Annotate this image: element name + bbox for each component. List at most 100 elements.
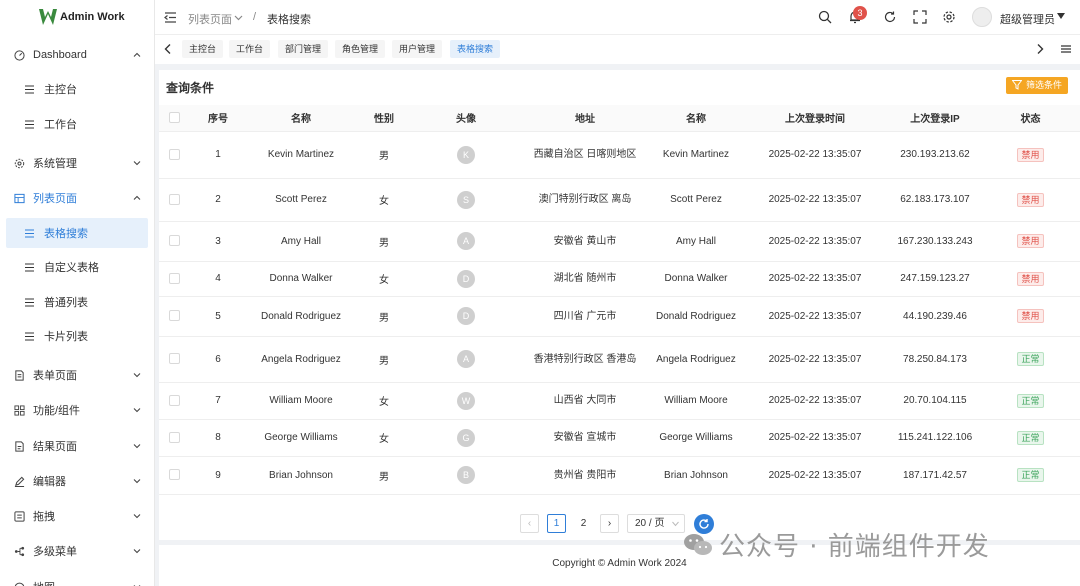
row-checkbox[interactable] bbox=[168, 469, 180, 481]
cell-status: 禁用 bbox=[981, 296, 1080, 337]
cell-address: 四川省 广元市 bbox=[519, 296, 651, 337]
row-select-cell[interactable] bbox=[159, 456, 189, 495]
tab-dashboard[interactable]: 主控台 bbox=[182, 40, 224, 58]
card-title: 查询条件 bbox=[166, 81, 215, 95]
sidebar-item-label: 列表页面 bbox=[33, 193, 77, 205]
cell-status: 禁用 bbox=[981, 261, 1080, 297]
row-checkbox[interactable] bbox=[168, 353, 180, 365]
page-button-2[interactable]: 2 bbox=[574, 514, 593, 533]
sidebar-item-1[interactable]: 主控台 bbox=[6, 74, 148, 104]
sidebar-item-14[interactable]: 多级菜单 bbox=[0, 536, 154, 566]
sidebar-item-7[interactable]: 普通列表 bbox=[6, 287, 148, 317]
row-select-cell[interactable] bbox=[159, 178, 189, 222]
table-row[interactable]: 2 Scott Perez 女 S 澳门特别行政区 离岛 Scott Perez 2025-… bbox=[159, 178, 1080, 222]
tab-users[interactable]: 用户管理 bbox=[392, 40, 443, 58]
username[interactable]: 超级管理员 bbox=[1000, 11, 1055, 27]
tab-table-search[interactable]: 表格搜索 bbox=[450, 40, 501, 58]
cell-login-ip: 78.250.84.173 bbox=[889, 336, 981, 383]
row-select-cell[interactable] bbox=[159, 382, 189, 420]
sidebar-item-10[interactable]: 功能/组件 bbox=[0, 395, 154, 425]
refresh-icon[interactable] bbox=[883, 10, 897, 24]
cell-name: George Williams bbox=[247, 419, 355, 457]
row-select-cell[interactable] bbox=[159, 336, 189, 383]
tab-department[interactable]: 部门管理 bbox=[278, 40, 329, 58]
filter-button[interactable]: 筛选条件 bbox=[1005, 77, 1068, 94]
select-all-cell[interactable] bbox=[159, 105, 189, 132]
table-row[interactable]: 4 Donna Walker 女 D 湖北省 随州市 Donna Walker 2025-0… bbox=[159, 261, 1080, 297]
cell-id: 7 bbox=[189, 382, 247, 420]
tab-workbench[interactable]: 工作台 bbox=[229, 40, 271, 58]
user-avatar[interactable] bbox=[972, 7, 992, 27]
map-icon bbox=[13, 581, 25, 586]
settings-gear-icon[interactable] bbox=[942, 10, 956, 24]
table-row[interactable]: 1 Kevin Martinez 男 K 西藏自治区 日喀则地区 Kevin Martin… bbox=[159, 131, 1080, 179]
row-select-cell[interactable] bbox=[159, 131, 189, 179]
row-select-cell[interactable] bbox=[159, 296, 189, 337]
cell-name-2: Scott Perez bbox=[651, 178, 741, 222]
filter-button-label: 筛选条件 bbox=[1025, 80, 1062, 90]
fold-menu-icon[interactable] bbox=[164, 11, 177, 24]
status-badge: 正常 bbox=[1017, 393, 1044, 408]
row-checkbox[interactable] bbox=[168, 148, 180, 160]
chevron-right-icon[interactable] bbox=[1034, 43, 1046, 55]
row-checkbox[interactable] bbox=[168, 431, 180, 443]
sidebar-item-6[interactable]: 自定义表格 bbox=[6, 252, 148, 282]
list-icon bbox=[25, 297, 34, 307]
row-select-cell[interactable] bbox=[159, 261, 189, 297]
row-select-cell[interactable] bbox=[159, 419, 189, 457]
wechat-logo-icon bbox=[684, 533, 712, 555]
cell-address: 香港特别行政区 香港岛 bbox=[519, 336, 651, 383]
breadcrumb-item-parent[interactable]: 列表页面 bbox=[188, 11, 232, 27]
sidebar-item-12[interactable]: 编辑器 bbox=[0, 466, 154, 496]
table-row[interactable]: 5 Donald Rodriguez 男 D 四川省 广元市 Donald Rodrigu… bbox=[159, 296, 1080, 337]
fullscreen-icon[interactable] bbox=[913, 10, 927, 24]
page-size-select[interactable]: 20 / 页 bbox=[627, 514, 685, 533]
row-select-cell[interactable] bbox=[159, 221, 189, 262]
table-row[interactable]: 8 George Williams 女 G 安徽省 宣城市 George Williams… bbox=[159, 419, 1080, 457]
list-icon bbox=[25, 228, 34, 238]
sidebar-item-5[interactable]: 表格搜索 bbox=[6, 218, 148, 248]
app-logo[interactable]: Admin Work bbox=[0, 0, 154, 34]
sidebar-item-15[interactable]: 地图 bbox=[0, 572, 154, 586]
row-checkbox[interactable] bbox=[168, 272, 180, 284]
search-icon[interactable] bbox=[818, 10, 832, 24]
row-checkbox[interactable] bbox=[168, 394, 180, 406]
row-checkbox[interactable] bbox=[168, 235, 180, 247]
sidebar-item-4[interactable]: 列表页面 bbox=[0, 183, 154, 213]
chevron-down-icon[interactable] bbox=[234, 13, 243, 22]
cell-status: 禁用 bbox=[981, 221, 1080, 262]
sidebar-item-8[interactable]: 卡片列表 bbox=[6, 321, 148, 351]
chevron-left-icon[interactable] bbox=[162, 43, 174, 55]
caret-down-icon[interactable] bbox=[1057, 13, 1065, 19]
tab-roles[interactable]: 角色管理 bbox=[335, 40, 386, 58]
select-all-checkbox[interactable] bbox=[168, 112, 180, 124]
cell-name-2: Angela Rodriguez bbox=[651, 336, 741, 383]
breadcrumb-item-current: 表格搜索 bbox=[267, 14, 311, 26]
cell-id: 5 bbox=[189, 296, 247, 337]
sidebar-item-label: 自定义表格 bbox=[44, 262, 99, 274]
cell-avatar: S bbox=[413, 178, 519, 222]
table-row[interactable]: 7 William Moore 女 W 山西省 大同市 William Moore 2025… bbox=[159, 382, 1080, 420]
cell-gender: 男 bbox=[355, 456, 413, 495]
next-page-button[interactable]: › bbox=[600, 514, 619, 533]
sidebar-item-2[interactable]: 工作台 bbox=[6, 109, 148, 139]
page-button-1[interactable]: 1 bbox=[547, 514, 566, 533]
sidebar-item-9[interactable]: 表单页面 bbox=[0, 360, 154, 390]
list-icon bbox=[25, 262, 34, 272]
prev-page-button[interactable]: ‹ bbox=[520, 514, 539, 533]
sidebar-item-3[interactable]: 系统管理 bbox=[0, 148, 154, 178]
row-checkbox[interactable] bbox=[168, 310, 180, 322]
top-header: 列表页面 / 表格搜索 3 超级管理员 bbox=[155, 0, 1080, 35]
table-scroll-area[interactable]: 序号 名称 性别 头像 地址 名称 上次登录时间 上次登录IP 状态 1 Kevi… bbox=[159, 105, 1080, 539]
table-row[interactable]: 9 Brian Johnson 男 B 贵州省 贵阳市 Brian Johnson 2025… bbox=[159, 456, 1080, 495]
sidebar-item-11[interactable]: 结果页面 bbox=[0, 431, 154, 461]
sidebar-item-0[interactable]: Dashboard bbox=[0, 40, 154, 70]
sidebar-item-13[interactable]: 拖拽 bbox=[0, 501, 154, 531]
table-row[interactable]: 6 Angela Rodriguez 男 A 香港特别行政区 香港岛 Angela Rod… bbox=[159, 336, 1080, 383]
cell-address: 西藏自治区 日喀则地区 bbox=[519, 131, 651, 179]
tabs-menu-icon[interactable] bbox=[1060, 43, 1072, 55]
sidebar-item-label: 工作台 bbox=[44, 119, 77, 131]
table-row[interactable]: 3 Amy Hall 男 A 安徽省 黄山市 Amy Hall 2025-02-22 13:… bbox=[159, 221, 1080, 262]
cell-id: 8 bbox=[189, 419, 247, 457]
row-checkbox[interactable] bbox=[168, 193, 180, 205]
